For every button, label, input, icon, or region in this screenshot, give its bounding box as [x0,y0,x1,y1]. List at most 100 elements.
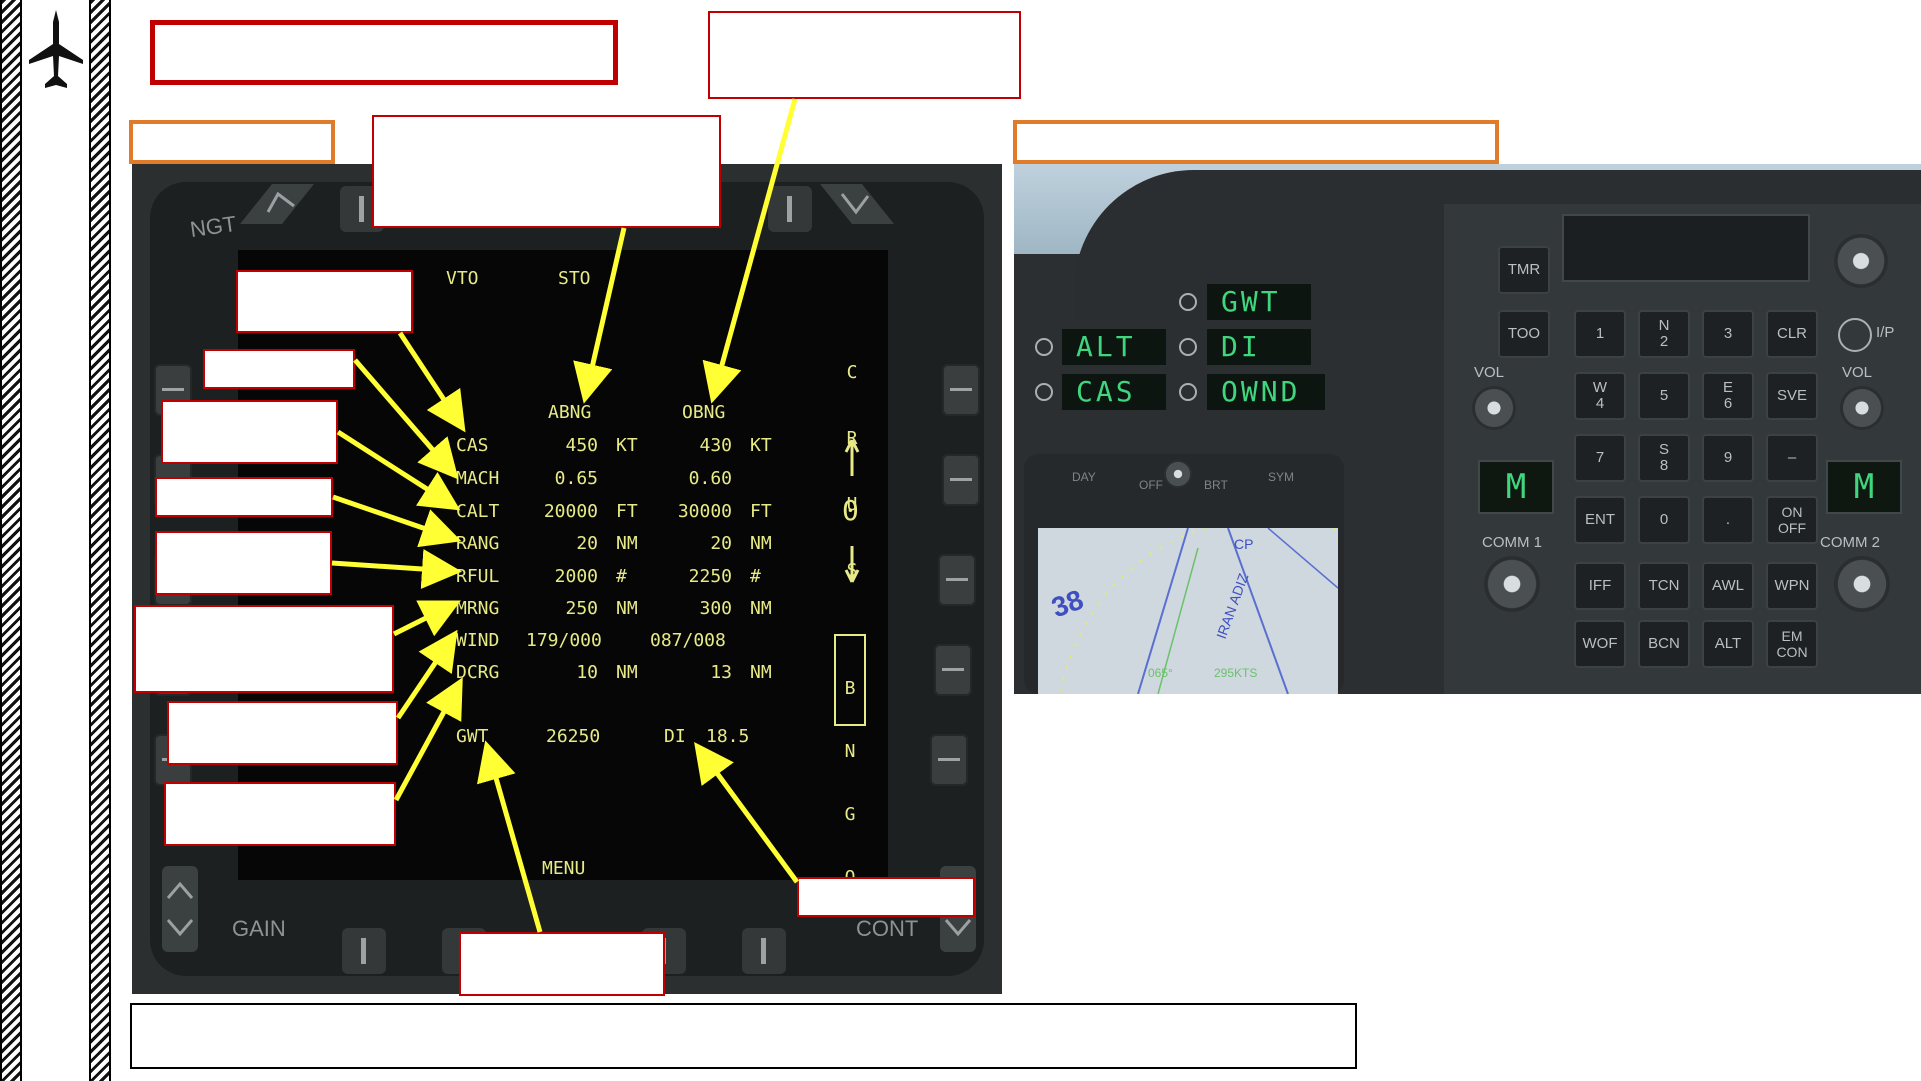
key-main: 9 [1723,449,1733,466]
obng-unit: NM [750,533,772,554]
pb-right-1[interactable] [942,364,980,416]
tcn-key[interactable]: TCN [1638,562,1690,610]
cas-option: CAS [1062,374,1166,410]
left-hatch-bar [0,0,22,1081]
keypad-key[interactable]: W4 [1574,372,1626,420]
awl-key[interactable]: AWL [1702,562,1754,610]
em-con-key[interactable]: EM CON [1766,620,1818,668]
gain-rocker-icon[interactable] [160,864,200,954]
obng-value: 087/008 [650,630,726,651]
rocker-top-right-icon[interactable] [812,176,902,236]
obng-unit: # [750,566,761,587]
obng-value: 13 [710,662,732,683]
keypad-key[interactable]: 7 [1574,434,1626,482]
map-heading: 065° [1148,666,1173,680]
key-main: 5 [1659,387,1669,404]
key-main: 6 [1723,395,1733,412]
key-main: 8 [1659,457,1669,474]
obng-unit: FT [750,501,772,522]
keypad-key[interactable]: 9 [1702,434,1754,482]
key-main: 0 [1659,511,1669,528]
mrng-callout [134,605,394,693]
arrow-up-icon[interactable] [838,436,866,480]
cas-select[interactable] [1035,383,1053,401]
tmr-key[interactable]: TMR [1498,246,1550,294]
bingo-readout: 0 [842,494,859,527]
ip-label: I/P [1876,324,1895,341]
key-sub: S [1658,441,1669,458]
rocker-top-left-icon[interactable] [232,176,322,236]
obng-callout [708,11,1021,99]
pb-right-2[interactable] [942,454,980,506]
mfd-section-label [129,120,335,164]
keypad-key[interactable]: 5 [1638,372,1690,420]
aircraft-icon [29,10,83,88]
key-sub: N [1658,317,1670,334]
on-off-key[interactable]: ON OFF [1766,496,1818,544]
comm2-knob[interactable] [1834,556,1890,612]
ent-key[interactable]: ENT [1574,496,1626,544]
arrow-down-icon[interactable] [838,542,866,586]
pb-bottom-5[interactable] [742,928,786,974]
abng-value: 179/000 [526,630,602,651]
iff-key[interactable]: IFF [1574,562,1626,610]
pb-right-5[interactable] [930,734,968,786]
keypad-key[interactable]: 1 [1574,310,1626,358]
right-hatch-bar [89,0,111,1081]
brightness-knob[interactable] [1164,460,1192,488]
vol-left-knob[interactable] [1472,386,1516,430]
key-main: 3 [1723,325,1733,342]
comm2-display: M [1826,460,1902,514]
pb-right-4[interactable] [934,644,972,696]
abng-unit: # [616,566,627,587]
vol-right-knob[interactable] [1840,386,1884,430]
alt-select[interactable] [1035,338,1053,356]
sve-key[interactable]: SVE [1766,372,1818,420]
keypad-key[interactable]: 0 [1638,496,1690,544]
bcn-key[interactable]: BCN [1638,620,1690,668]
key-main: . [1725,511,1731,528]
keypad-key[interactable]: S8 [1638,434,1690,482]
bngo-option[interactable]: B N G O [834,634,866,888]
row-label: DCRG [456,662,500,683]
keypad-key[interactable]: N2 [1638,310,1690,358]
ufc-scratchpad [1562,214,1810,282]
row-label: RFUL [456,566,500,587]
pb-bottom-1[interactable] [342,928,386,974]
di-select[interactable] [1179,338,1197,356]
table-row: RANG 20 NM 20 NM [238,533,888,559]
abng-unit: NM [616,662,638,683]
pb-top-5[interactable] [768,186,812,232]
obng-value: 430 [699,435,732,456]
wind-callout [167,701,398,765]
dash-key[interactable]: – [1766,434,1818,482]
obng-value: 20 [710,533,732,554]
abng-value: 450 [565,435,598,456]
gain-label: GAIN [232,916,286,941]
keypad-key[interactable]: E6 [1702,372,1754,420]
keypad-key[interactable]: . [1702,496,1754,544]
wof-key[interactable]: WOF [1574,620,1626,668]
brt-label: BRT [1204,478,1228,492]
clr-key[interactable]: CLR [1766,310,1818,358]
alt-key[interactable]: ALT [1702,620,1754,668]
mach-callout [203,349,355,389]
menu-option[interactable]: MENU [542,858,585,879]
wpn-key[interactable]: WPN [1766,562,1818,610]
pb-right-3[interactable] [938,554,976,606]
map-marker: CP [1234,536,1254,552]
vol-left-label: VOL [1474,364,1505,381]
row-label: CAS [456,435,489,456]
abng-value: 2000 [554,566,598,587]
ownd-select[interactable] [1179,383,1197,401]
bngo-letter: B [844,678,856,699]
di-label: DI [664,726,686,747]
ip-button[interactable] [1838,318,1872,352]
comm1-knob[interactable] [1484,556,1540,612]
table-row: MACH 0.65 0.60 [238,468,888,494]
gwt-select[interactable] [1179,293,1197,311]
table-row: CALT 20000 FT 30000 FT [238,501,888,527]
adjust-knob[interactable] [1834,234,1888,288]
too-key[interactable]: TOO [1498,310,1550,358]
keypad-key[interactable]: 3 [1702,310,1754,358]
